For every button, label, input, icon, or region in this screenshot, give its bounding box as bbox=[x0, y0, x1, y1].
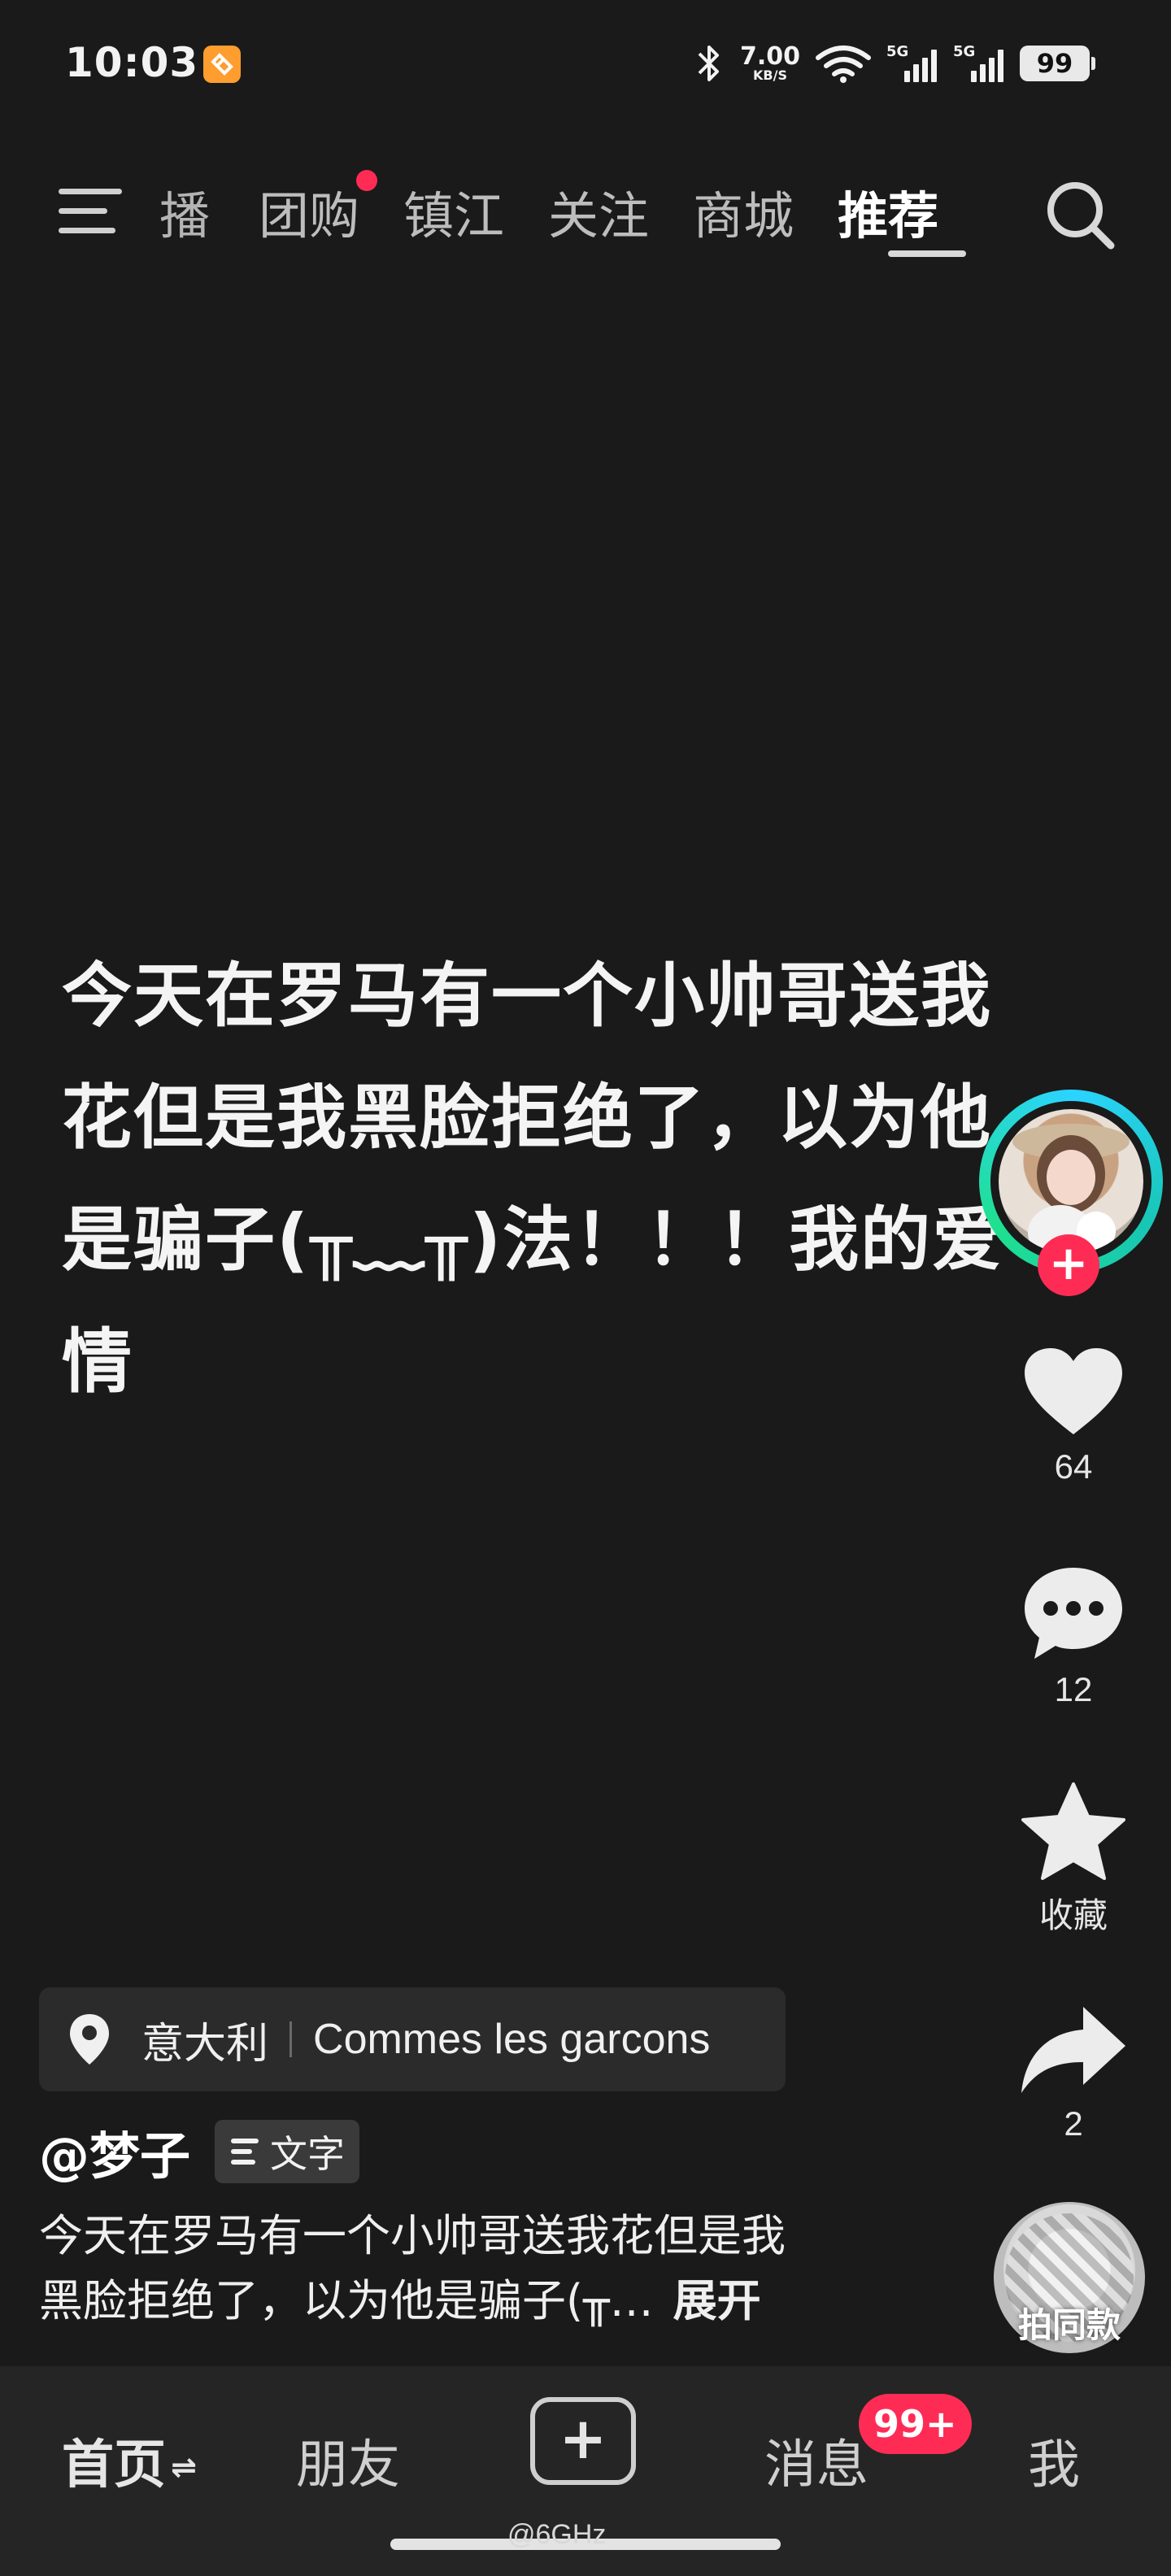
author-avatar-button[interactable]: + bbox=[979, 1090, 1163, 1296]
location-divider bbox=[289, 2021, 293, 2057]
avatar-portrait-icon bbox=[1012, 1124, 1130, 1254]
post-text-card[interactable]: 今天在罗马有一个小帅哥送我 花但是我黑脸拒绝了，以为他 是骗子(╥﹏╥)法！！！… bbox=[62, 935, 1054, 1423]
tab-group-buy[interactable]: 团购 bbox=[259, 170, 378, 248]
post-description: 今天在罗马有一个小帅哥送我花但是我 黑脸拒绝了，以为他是骗子(╥… 展开 bbox=[39, 2204, 901, 2334]
battery-indicator: 99 bbox=[1020, 46, 1095, 81]
share-arrow-icon bbox=[1021, 2007, 1125, 2093]
tab-mall-label: 商城 bbox=[693, 186, 794, 246]
app-notification-icon bbox=[203, 46, 241, 83]
tab-mall[interactable]: 商城 bbox=[693, 175, 794, 248]
notification-dot bbox=[356, 170, 378, 191]
comment-bubble-icon bbox=[1025, 1568, 1122, 1659]
status-time: 10:03 bbox=[65, 39, 199, 86]
create-post-button[interactable]: + bbox=[530, 2397, 636, 2485]
messages-badge: 99+ bbox=[859, 2394, 972, 2454]
network-speed-value: 7.00 bbox=[739, 42, 800, 71]
author-row: @梦子 文字 bbox=[39, 2119, 360, 2186]
location-place: Commes les garcons bbox=[313, 2016, 711, 2063]
text-post-tag[interactable]: 文字 bbox=[215, 2120, 360, 2183]
text-lines-icon bbox=[231, 2139, 259, 2165]
expand-button[interactable]: 展开 bbox=[673, 2275, 761, 2326]
tab-local-label: 镇江 bbox=[403, 186, 505, 246]
author-name[interactable]: @梦子 bbox=[39, 2115, 190, 2188]
hamburger-menu-icon[interactable] bbox=[54, 179, 127, 244]
like-count: 64 bbox=[1054, 1447, 1093, 1486]
favorite-label: 收藏 bbox=[1038, 1896, 1108, 1934]
watermark: @6GHz bbox=[507, 2519, 607, 2550]
location-country: 意大利 bbox=[141, 2019, 269, 2069]
favorite-button[interactable]: 收藏 bbox=[976, 1781, 1171, 1938]
network-speed: 7.00 KB/S bbox=[740, 45, 800, 82]
tab-live[interactable]: 播 bbox=[159, 175, 210, 248]
like-button[interactable]: 64 bbox=[976, 1343, 1171, 1486]
signal-strength-2: 5G bbox=[953, 43, 1005, 84]
signal-strength-1: 5G bbox=[886, 43, 938, 84]
app-logo-icon bbox=[211, 53, 233, 76]
tab-local[interactable]: 镇江 bbox=[403, 175, 504, 248]
comment-button[interactable]: 12 bbox=[976, 1563, 1171, 1709]
tab-following[interactable]: 关注 bbox=[548, 175, 649, 248]
follow-button[interactable]: + bbox=[1038, 1234, 1099, 1296]
share-button[interactable]: 2 bbox=[976, 2002, 1171, 2143]
active-tab-underline bbox=[888, 250, 966, 257]
star-icon bbox=[1021, 1782, 1125, 1880]
remix-label: 拍同款 bbox=[1017, 2305, 1121, 2345]
wifi-icon bbox=[816, 46, 871, 83]
comment-count: 12 bbox=[1054, 1670, 1093, 1708]
top-nav: 播 团购 镇江 关注 商城 推荐 bbox=[0, 146, 1171, 268]
battery-level: 99 bbox=[1036, 48, 1073, 79]
search-icon[interactable] bbox=[1041, 176, 1119, 254]
description-line-2: 黑脸拒绝了，以为他是骗子(╥… 展开 bbox=[39, 2269, 901, 2334]
video-feed-screen: 10:03 7.00 KB/S 5G 5G 99 播 团购 镇江 关注 商城 推… bbox=[0, 0, 1171, 2576]
text-post-tag-label: 文字 bbox=[270, 2132, 346, 2176]
nav-me[interactable]: 我 bbox=[1028, 2423, 1080, 2498]
network-speed-unit: KB/S bbox=[753, 67, 787, 83]
nav-tabs: 播 团购 镇江 关注 商城 推荐 bbox=[159, 170, 982, 252]
location-tag[interactable]: 意大利 Commes les garcons bbox=[39, 1987, 786, 2091]
pin-icon bbox=[70, 2014, 109, 2065]
nav-home[interactable]: 首页 ⇌ bbox=[62, 2423, 197, 2498]
heart-icon bbox=[1025, 1348, 1122, 1434]
status-bar: 10:03 7.00 KB/S 5G 5G 99 bbox=[0, 0, 1171, 130]
avatar bbox=[999, 1109, 1143, 1254]
signal-bars-2-icon bbox=[971, 50, 1003, 82]
signal-bars-1-icon bbox=[904, 50, 937, 82]
share-count: 2 bbox=[1064, 2104, 1083, 2143]
description-line-2-text: 黑脸拒绝了，以为他是骗子(╥… bbox=[39, 2275, 654, 2326]
bluetooth-icon bbox=[698, 46, 719, 81]
status-indicators: 7.00 KB/S 5G 5G 99 bbox=[693, 39, 1095, 88]
tab-group-buy-label: 团购 bbox=[259, 186, 360, 246]
tab-recommended[interactable]: 推荐 bbox=[838, 175, 938, 248]
nav-home-label: 首页 bbox=[62, 2435, 166, 2496]
feed-switch-icon: ⇌ bbox=[171, 2449, 197, 2485]
tab-recommended-label: 推荐 bbox=[838, 186, 939, 246]
tab-following-label: 关注 bbox=[548, 186, 650, 246]
description-line-1: 今天在罗马有一个小帅哥送我花但是我 bbox=[39, 2210, 786, 2261]
nav-friends[interactable]: 朋友 bbox=[296, 2423, 400, 2498]
plus-icon: + bbox=[559, 2405, 607, 2472]
remix-button[interactable]: 拍同款 bbox=[994, 2202, 1145, 2353]
tab-live-label: 播 bbox=[159, 186, 211, 246]
nav-messages[interactable]: 消息 bbox=[764, 2423, 868, 2498]
